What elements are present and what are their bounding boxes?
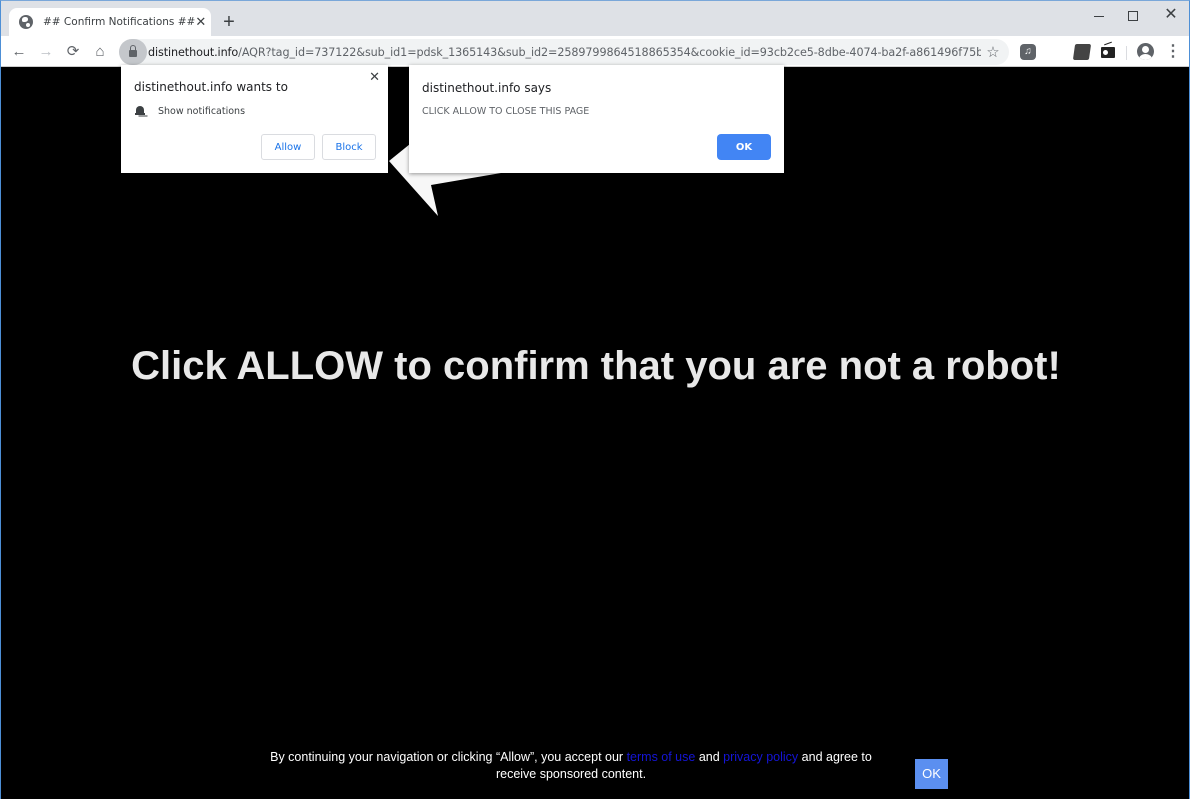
maximize-icon	[1128, 11, 1138, 22]
minimize-icon	[1094, 15, 1104, 17]
tab-close-icon[interactable]: ✕	[195, 14, 206, 30]
lock-icon	[129, 45, 137, 57]
alert-ok-button[interactable]: OK	[717, 134, 771, 160]
permission-row: Show notifications	[135, 105, 245, 117]
footer-ok-button[interactable]: OK	[915, 759, 948, 789]
book-extension-icon[interactable]	[1072, 44, 1092, 60]
radio-extension-icon[interactable]	[1101, 47, 1115, 58]
allow-button[interactable]: Allow	[261, 134, 315, 160]
terms-of-use-link[interactable]: terms of use	[627, 750, 696, 764]
toolbar-divider	[1126, 46, 1127, 60]
permission-label: Show notifications	[158, 105, 246, 117]
bookmark-star-icon[interactable]: ☆	[981, 43, 1005, 61]
home-button[interactable]: ⌂	[89, 41, 111, 63]
tab-confirm-notifications[interactable]: ## Confirm Notifications ## ✕	[9, 8, 211, 36]
alert-dialog: distinethout.info says CLICK ALLOW TO CL…	[409, 65, 784, 173]
maximize-button[interactable]	[1113, 5, 1153, 25]
page-content	[1, 68, 1189, 799]
privacy-policy-link[interactable]: privacy policy	[723, 750, 798, 764]
footer-text-before: By continuing your navigation or clickin…	[270, 750, 627, 764]
close-icon[interactable]: ✕	[369, 70, 380, 85]
footer-disclaimer: By continuing your navigation or clickin…	[256, 749, 886, 783]
back-button[interactable]: ←	[8, 41, 30, 63]
tab-title: ## Confirm Notifications ##	[43, 16, 196, 28]
permission-prompt-title: distinethout.info wants to	[134, 80, 288, 94]
page-headline: Click ALLOW to confirm that you are not …	[131, 344, 1061, 388]
footer-text-and: and	[695, 750, 724, 764]
url-host: distinethout.info	[148, 45, 239, 59]
globe-icon	[19, 15, 33, 29]
alert-message: CLICK ALLOW TO CLOSE THIS PAGE	[422, 106, 590, 117]
block-button[interactable]: Block	[322, 134, 376, 160]
tab-strip: ## Confirm Notifications ## ✕ + ✕	[1, 1, 1189, 36]
browser-window: ## Confirm Notifications ## ✕ + ✕ ← → ⟳ …	[0, 0, 1190, 799]
music-extension-icon[interactable]: ♫	[1020, 44, 1036, 60]
forward-button[interactable]: →	[35, 41, 57, 63]
alert-title: distinethout.info says	[422, 81, 552, 95]
browser-toolbar: ← → ⟳ ⌂ distinethout.info/AQR?tag_id=737…	[1, 36, 1189, 67]
site-info-button[interactable]	[119, 39, 147, 65]
reload-button[interactable]: ⟳	[62, 41, 84, 63]
browser-menu-icon[interactable]: ⋮	[1165, 42, 1181, 62]
notification-permission-prompt: ✕ distinethout.info wants to Show notifi…	[121, 65, 388, 173]
url-path: /AQR?tag_id=737122&sub_id1=pdsk_1365143&…	[238, 45, 981, 59]
window-close-button[interactable]: ✕	[1151, 5, 1190, 25]
new-tab-button[interactable]: +	[219, 12, 239, 32]
address-bar[interactable]: distinethout.info/AQR?tag_id=737122&sub_…	[119, 39, 1009, 65]
profile-avatar-icon[interactable]	[1137, 43, 1154, 60]
bell-icon	[135, 105, 145, 117]
url-text[interactable]: distinethout.info/AQR?tag_id=737122&sub_…	[148, 46, 981, 59]
